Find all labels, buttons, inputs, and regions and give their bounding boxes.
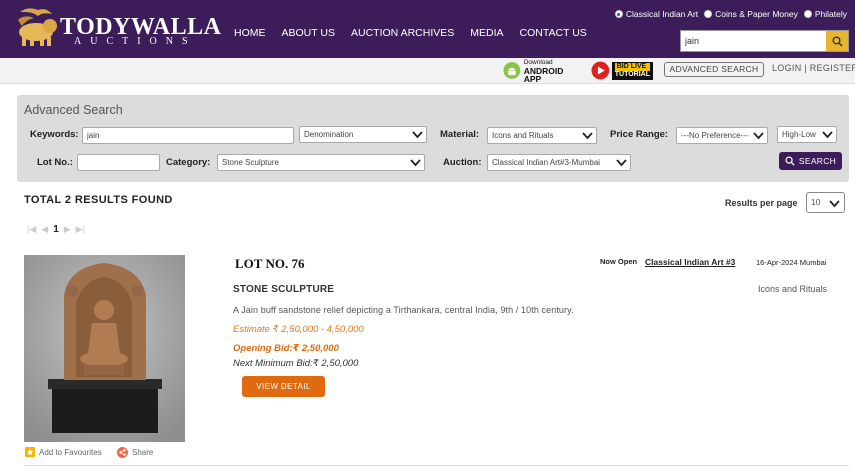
main-nav: HOME ABOUT US AUCTION ARCHIVES MEDIA CON… [234,27,603,39]
play-icon [591,61,610,80]
denomination-select[interactable]: Denomination [299,126,427,143]
advanced-search-button[interactable]: ADVANCED SEARCH [664,62,764,77]
search-icon [785,156,795,166]
price-range-label: Price Range: [610,129,669,140]
header-search-button[interactable] [826,31,848,51]
site-logo[interactable]: TODYWALLA AUCTIONS [14,6,221,50]
lot-opening-bid: Opening Bid:₹ 2,50,000 [233,343,339,354]
scope-coins-paper-money[interactable]: Coins & Paper Money [704,9,798,19]
lot-no-input[interactable] [77,154,160,171]
share-icon [117,447,128,458]
category-select[interactable]: Stone Sculpture [217,154,425,171]
chevron-down-icon [829,200,840,208]
nav-auction-archives[interactable]: AUCTION ARCHIVES [351,27,454,39]
star-icon [25,447,35,457]
chevron-down-icon [822,131,833,139]
chevron-down-icon [753,132,764,140]
auction-date: 16-Apr-2024 Mumbai [756,258,827,267]
auction-select[interactable]: Classical Indian Art#3-Mumbai [487,154,631,171]
chevron-down-icon [616,159,627,167]
header-search [680,30,849,52]
radio-selected-icon[interactable] [614,10,623,18]
brand-sub: AUCTIONS [74,36,197,47]
nav-contact-us[interactable]: CONTACT US [520,27,587,39]
scope-philately[interactable]: Philately [803,9,847,19]
lot-category: Icons and Rituals [758,284,828,294]
chevron-down-icon [410,159,421,167]
search-icon [832,36,843,47]
first-page-icon[interactable]: |◀ [27,224,36,235]
nav-about-us[interactable]: ABOUT US [282,27,335,39]
lot-description: A Jain buff sandstone relief depicting a… [233,305,574,315]
chevron-down-icon [412,131,423,139]
next-page-icon[interactable]: ▶ [64,224,71,235]
lot-no-label: Lot No.: [37,157,73,168]
nav-home[interactable]: HOME [234,27,266,39]
search-scope: Classical Indian Art Coins & Paper Money… [614,9,847,19]
current-page-number[interactable]: 1 [53,224,59,235]
add-to-favourites[interactable]: Add to Favourites [25,447,102,457]
results-count: TOTAL 2 RESULTS FOUND [24,194,173,206]
site-header: TODYWALLA AUCTIONS HOME ABOUT US AUCTION… [0,0,855,58]
android-app-badge[interactable]: Download ANDROID APP [503,59,579,83]
results-per-page-label: Results per page [725,198,798,208]
radio-icon[interactable] [803,10,812,18]
view-detail-button[interactable]: VIEW DETAIL [242,376,325,397]
bid-live-tutorial-badge[interactable]: BID LIVE TUTORIAL [591,60,653,81]
advanced-search-panel: Advanced Search Keywords: jain Denominat… [17,95,849,182]
chevron-down-icon [582,132,593,140]
pagination: |◀ ◀ 1 ▶ ▶| [27,224,85,235]
radio-icon[interactable] [704,10,713,18]
auction-label: Auction: [443,157,482,168]
divider [24,465,849,466]
lot-title[interactable]: STONE SCULPTURE [233,284,334,295]
category-label: Category: [166,157,211,168]
sort-order-select[interactable]: High-Low [777,126,837,143]
results-per-page-select[interactable]: 10 [806,192,845,213]
lot-next-minimum-bid: Next Minimum Bid:₹ 2,50,000 [233,358,359,369]
auction-link[interactable]: Classical Indian Art #3 [645,257,735,267]
nav-media[interactable]: MEDIA [470,27,503,39]
utility-bar: Download ANDROID APP BID LIVE TUTORIAL ADV… [0,58,855,84]
lot-image[interactable] [24,255,185,442]
lot-number: LOT NO. 76 [235,256,305,271]
last-page-icon[interactable]: ▶| [76,224,85,235]
lot-estimate: Estimate ₹ 2,50,000 - 4,50,000 [233,324,364,335]
header-search-input[interactable] [681,31,827,51]
stone-sculpture-image [24,255,185,442]
search-button[interactable]: SEARCH [779,152,842,170]
auction-status: Now Open [600,257,638,266]
scope-classical-indian-art[interactable]: Classical Indian Art [614,9,698,19]
keywords-label: Keywords: [30,129,79,140]
prev-page-icon[interactable]: ◀ [41,224,48,235]
advanced-search-title: Advanced Search [24,103,123,117]
login-register-link[interactable]: LOGIN | REGISTER [772,63,855,73]
material-select[interactable]: Icons and Rituals [487,127,597,144]
android-icon [503,62,521,79]
material-label: Material: [440,129,480,140]
price-range-select[interactable]: ---No Preference--- [676,127,768,144]
share-link[interactable]: Share [117,447,153,458]
lion-logo-icon [18,8,57,46]
keywords-input[interactable]: jain [82,127,294,144]
